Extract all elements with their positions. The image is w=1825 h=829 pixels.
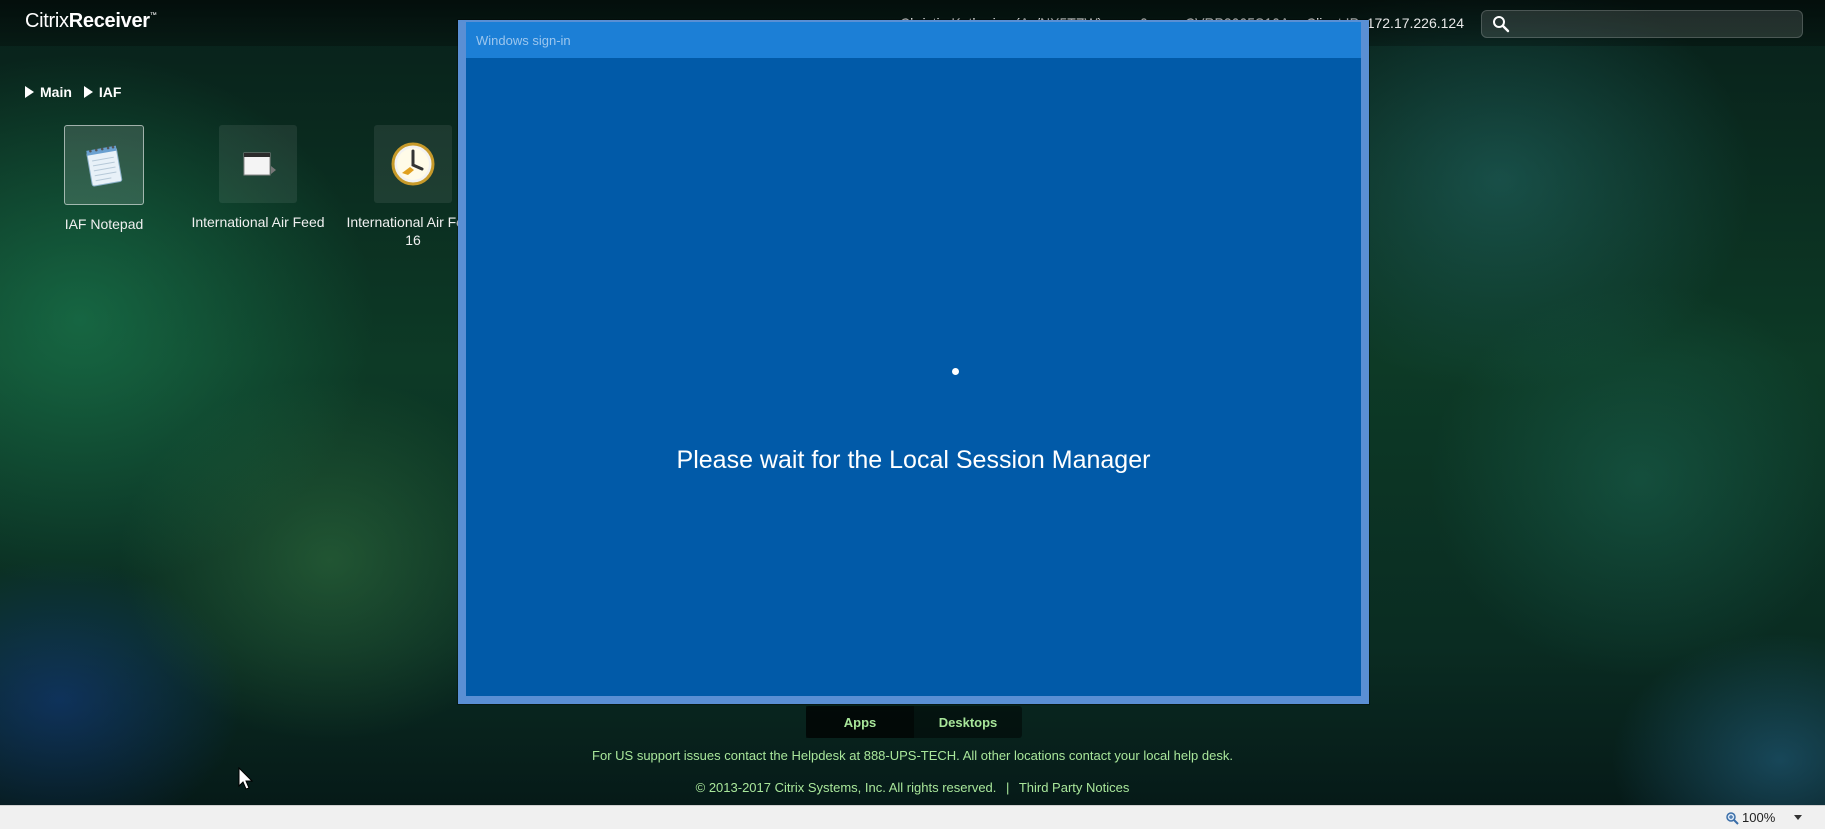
zoom-dropdown-icon[interactable] <box>1794 815 1802 820</box>
triangle-right-icon <box>25 86 34 98</box>
breadcrumb-main[interactable]: Main <box>25 84 72 100</box>
app-international-air-feed[interactable]: International Air Feed <box>183 125 333 231</box>
app-label: IAF Notepad <box>64 216 144 232</box>
search-input[interactable] <box>1516 14 1800 36</box>
copyright-text: © 2013-2017 Citrix Systems, Inc. All rig… <box>695 780 997 795</box>
zoom-control[interactable]: 100% <box>1725 810 1775 825</box>
windows-sign-in-dialog: Windows sign-in Please wait for the Loca… <box>458 20 1369 704</box>
search-box[interactable] <box>1481 10 1803 38</box>
footer-separator: | <box>1006 780 1010 795</box>
support-notice: For US support issues contact the Helpde… <box>592 748 1233 763</box>
browser-status-bar: 100% <box>0 805 1825 829</box>
tab-desktops[interactable]: Desktops <box>914 706 1022 738</box>
loading-spinner-icon <box>952 368 959 375</box>
app-iaf-notepad[interactable]: IAF Notepad <box>29 125 179 233</box>
triangle-right-icon <box>83 86 93 98</box>
dialog-content: Please wait for the Local Session Manage… <box>466 58 1361 696</box>
search-icon[interactable] <box>1492 15 1510 33</box>
app-tile[interactable] <box>64 125 144 205</box>
zoom-level: 100% <box>1742 810 1776 825</box>
third-party-notices-link[interactable]: Third Party Notices <box>1019 780 1130 795</box>
copyright-line: © 2013-2017 Citrix Systems, Inc. All rig… <box>0 780 1825 795</box>
tab-apps[interactable]: Apps <box>806 706 914 738</box>
zoom-magnifier-icon <box>1726 811 1739 825</box>
app-tile[interactable] <box>219 125 297 203</box>
breadcrumb-iaf[interactable]: IAF <box>83 84 121 100</box>
citrix-receiver-logo: CitrixReceiver™ <box>25 10 157 32</box>
view-tabs: Apps Desktops <box>806 706 1022 738</box>
app-label: International Air Feed <box>191 214 325 230</box>
clock-plane-icon <box>391 142 435 186</box>
wait-message: Please wait for the Local Session Manage… <box>676 446 1151 474</box>
terminal-window-icon <box>243 152 276 176</box>
dialog-title-bar[interactable]: Windows sign-in <box>466 22 1361 58</box>
notepad-icon <box>86 145 123 187</box>
mouse-pointer-icon <box>238 767 254 790</box>
dialog-title: Windows sign-in <box>476 33 571 48</box>
breadcrumb: Main IAF <box>25 84 133 100</box>
app-tile[interactable] <box>374 125 452 203</box>
